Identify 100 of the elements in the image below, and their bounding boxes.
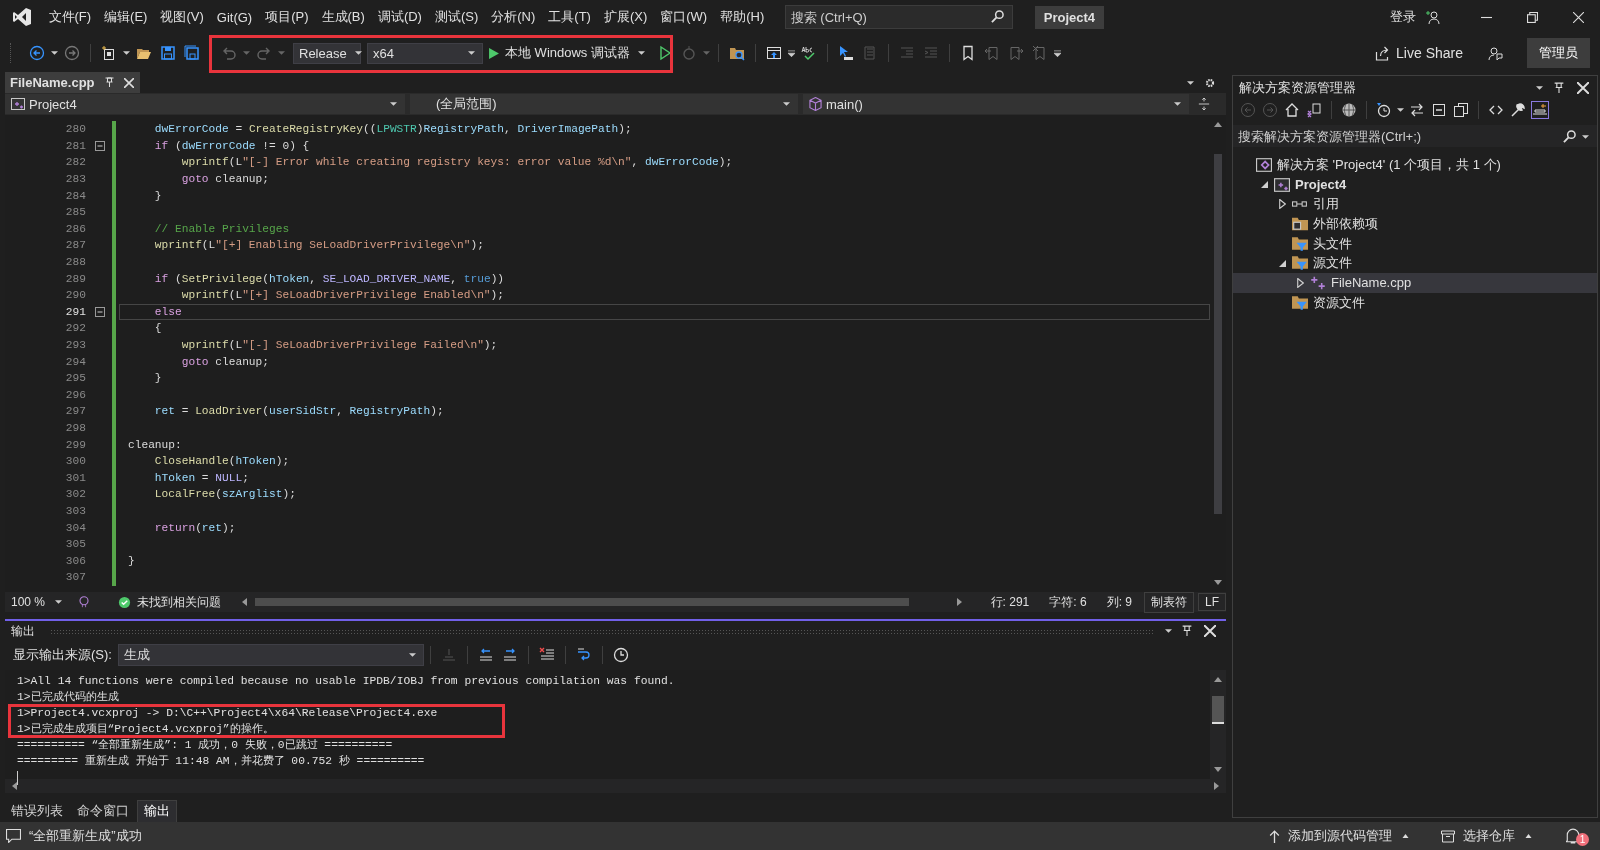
menu-item[interactable]: 帮助(H) [713, 8, 771, 26]
zoom-dropdown[interactable]: 100 % [5, 593, 71, 611]
collapsed-arrow-icon[interactable] [1278, 199, 1286, 210]
history-icon[interactable] [1376, 102, 1392, 118]
overflow-icon[interactable] [1053, 49, 1061, 57]
caret-icon[interactable] [123, 51, 130, 55]
output-source-dropdown[interactable]: 生成 [117, 644, 424, 666]
save-all-icon[interactable] [184, 45, 200, 61]
spell-check-icon[interactable] [800, 45, 817, 61]
expanded-arrow-icon[interactable] [1278, 259, 1286, 267]
close-icon[interactable] [1573, 11, 1584, 23]
next-message-icon[interactable] [501, 647, 518, 663]
close-icon[interactable] [1577, 82, 1589, 94]
caret-icon[interactable] [1174, 102, 1181, 106]
caret-icon[interactable] [1187, 80, 1194, 85]
clock-icon[interactable] [612, 647, 629, 663]
select-repository-button[interactable]: 选择仓库 [1441, 827, 1534, 845]
pin-icon[interactable] [1181, 625, 1193, 637]
caret-icon[interactable] [1397, 108, 1404, 112]
caret-icon[interactable] [1402, 834, 1409, 838]
panel-tab[interactable]: 错误列表 [5, 800, 69, 822]
add-to-source-control-button[interactable]: 添加到源代码管理 [1269, 827, 1411, 845]
start-debugging-button[interactable]: 本地 Windows 调试器 [483, 42, 653, 64]
tree-item[interactable]: 外部依赖项 [1233, 214, 1597, 234]
scroll-thumb[interactable] [1212, 696, 1224, 724]
scroll-right-icon[interactable] [1214, 782, 1220, 790]
caret-icon[interactable] [354, 51, 362, 55]
share-icon[interactable] [1375, 45, 1391, 61]
menu-item[interactable]: 测试(S) [428, 8, 485, 26]
clear-bookmarks-icon[interactable] [1031, 45, 1048, 61]
switch-views-icon[interactable] [1306, 102, 1322, 118]
live-share-button[interactable]: Live Share [1369, 44, 1469, 62]
person-add-icon[interactable] [1426, 9, 1442, 25]
scroll-up-icon[interactable] [1214, 676, 1222, 682]
project-dropdown[interactable]: Project4 [5, 94, 405, 114]
indentation-button[interactable]: 制表符 [1144, 591, 1194, 613]
menu-item[interactable]: 工具(T) [541, 8, 598, 26]
menu-item[interactable]: 编辑(E) [97, 8, 154, 26]
search-field[interactable]: 搜索 (Ctrl+Q) [784, 5, 1013, 29]
word-wrap-icon[interactable] [575, 647, 592, 663]
tree-item[interactable]: FileName.cpp [1233, 273, 1597, 293]
globe-icon[interactable] [1341, 102, 1357, 118]
member-dropdown[interactable]: main() [803, 94, 1189, 114]
next-bookmark-icon[interactable] [1007, 45, 1024, 61]
platform-dropdown[interactable]: x64 [367, 42, 483, 64]
copy-icon[interactable] [1453, 102, 1469, 118]
close-icon[interactable] [123, 77, 134, 88]
home-icon[interactable] [1284, 102, 1300, 118]
redo-icon[interactable] [256, 45, 272, 61]
cursor-position[interactable]: 字符: 6 [1049, 593, 1087, 611]
tree-item[interactable]: 资源文件 [1233, 292, 1597, 313]
scroll-left-icon[interactable] [11, 782, 17, 790]
menu-item[interactable]: 窗口(W) [653, 8, 714, 26]
collapse-icon[interactable] [95, 140, 105, 151]
panel-tab[interactable]: 输出 [137, 799, 177, 823]
no-issues-status[interactable]: 未找到相关问题 [118, 593, 222, 611]
intellicode-icon[interactable] [78, 596, 91, 608]
split-icon[interactable] [1198, 98, 1210, 110]
close-icon[interactable] [1204, 625, 1216, 637]
tree-item[interactable]: 头文件 [1233, 233, 1597, 254]
caret-icon[interactable] [1582, 134, 1589, 139]
window-icon[interactable] [765, 45, 782, 61]
scroll-thumb[interactable] [1214, 153, 1222, 514]
preview-icon[interactable] [1532, 102, 1548, 118]
back-icon[interactable] [29, 45, 45, 61]
menu-item[interactable]: 视图(V) [153, 8, 211, 26]
caret-icon[interactable] [390, 102, 397, 106]
caret-icon[interactable] [1536, 86, 1543, 90]
tree-item[interactable]: 解决方案 'Project4' (1 个项目，共 1 个) [1233, 155, 1597, 175]
clear-all-icon[interactable] [538, 647, 555, 663]
panel-tab[interactable]: 命令窗口 [71, 800, 135, 822]
menu-item[interactable]: 生成(B) [315, 8, 372, 26]
tree-item[interactable]: 引用 [1233, 194, 1597, 215]
scroll-left-icon[interactable] [241, 598, 248, 606]
expanded-arrow-icon[interactable] [1260, 181, 1268, 189]
scroll-up-icon[interactable] [1214, 121, 1222, 127]
tree-item[interactable]: Project4 [1233, 174, 1597, 195]
save-icon[interactable] [160, 45, 176, 61]
search-icon[interactable] [990, 10, 1004, 23]
settings-icon[interactable] [1204, 76, 1216, 89]
menu-item[interactable]: 分析(N) [484, 8, 542, 26]
caret-icon[interactable] [1165, 629, 1172, 633]
caret-icon[interactable] [1525, 834, 1532, 838]
collapsed-arrow-icon[interactable] [1296, 277, 1304, 288]
caret-icon[interactable] [55, 600, 63, 604]
notification-bell-icon[interactable] [1566, 828, 1580, 844]
scrollbar[interactable] [1210, 670, 1226, 779]
scope-dropdown[interactable]: (全局范围) [410, 94, 798, 114]
repository-icon[interactable] [1441, 829, 1455, 843]
pin-icon[interactable] [103, 77, 115, 88]
undo-icon[interactable] [221, 45, 237, 61]
menu-item[interactable]: Git(G) [210, 9, 259, 25]
menu-item[interactable]: 文件(F) [42, 8, 98, 26]
previous-message-icon[interactable] [477, 647, 494, 663]
arrow-up-icon[interactable] [1269, 829, 1280, 843]
find-in-folder-icon[interactable] [728, 45, 745, 61]
cursor-position[interactable]: 行: 291 [990, 593, 1030, 611]
menu-item[interactable]: 调试(D) [371, 8, 429, 26]
new-item-icon[interactable] [101, 45, 117, 61]
caret-icon[interactable] [408, 653, 416, 657]
